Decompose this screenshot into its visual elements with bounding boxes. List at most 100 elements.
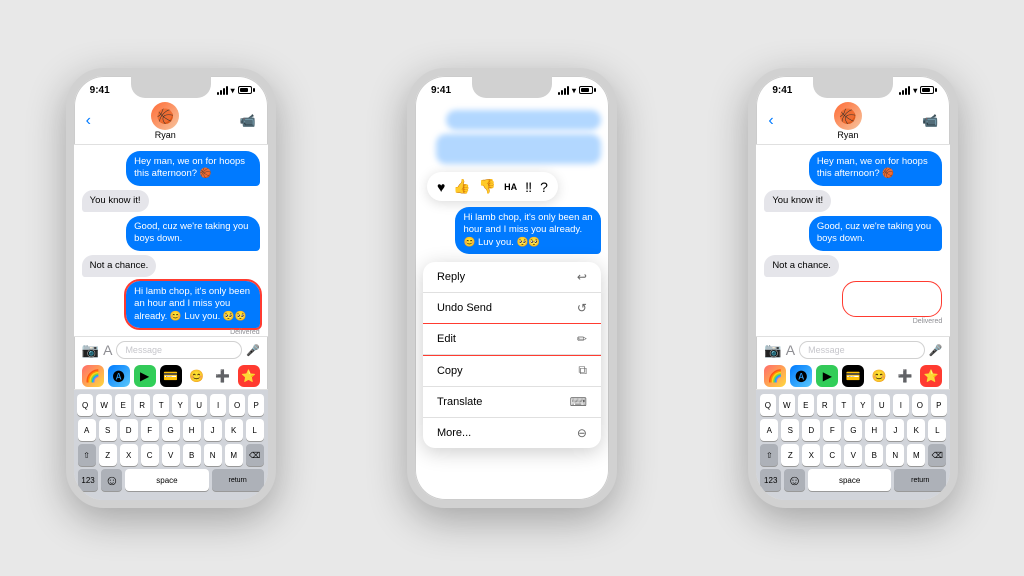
- app-icon-more[interactable]: ➕: [212, 365, 234, 387]
- app-icon-appstore[interactable]: 🅐: [108, 365, 130, 387]
- r-app-icon-photos[interactable]: 🌈: [764, 365, 786, 387]
- key-return[interactable]: return: [212, 469, 264, 491]
- r-key-v[interactable]: V: [844, 444, 862, 466]
- r-app-icon-memoji[interactable]: 😊: [868, 365, 890, 387]
- key-q[interactable]: Q: [77, 394, 93, 416]
- reaction-ha[interactable]: HA: [504, 182, 517, 192]
- app-icon-memoji[interactable]: 😊: [186, 365, 208, 387]
- reaction-heart[interactable]: ♥: [437, 179, 445, 195]
- key-j[interactable]: J: [204, 419, 222, 441]
- reaction-exclaim[interactable]: ‼: [525, 179, 532, 195]
- key-emoji[interactable]: ☺: [101, 469, 122, 491]
- r-key-delete[interactable]: ⌫: [928, 444, 946, 466]
- r-sent-bubble-1[interactable]: Hey man, we on for hoops this afternoon?…: [809, 151, 943, 186]
- key-f[interactable]: F: [141, 419, 159, 441]
- app-icon-cash[interactable]: 💳: [160, 365, 182, 387]
- mic-icon-left[interactable]: 🎤: [246, 344, 260, 357]
- r-key-j[interactable]: J: [886, 419, 904, 441]
- text-icon-right[interactable]: A: [786, 342, 795, 358]
- r-recv-bubble-1[interactable]: You know it!: [764, 190, 831, 212]
- r-key-r[interactable]: R: [817, 394, 833, 416]
- video-button-left[interactable]: 📹: [239, 113, 255, 129]
- recv-bubble-1[interactable]: You know it!: [82, 190, 149, 212]
- r-key-k[interactable]: K: [907, 419, 925, 441]
- app-icon-stickers[interactable]: ⭐: [238, 365, 260, 387]
- key-n[interactable]: N: [204, 444, 222, 466]
- key-shift[interactable]: ⇧: [78, 444, 96, 466]
- key-w[interactable]: W: [96, 394, 112, 416]
- r-key-o[interactable]: O: [912, 394, 928, 416]
- app-icon-music[interactable]: ▶: [134, 365, 156, 387]
- r-key-s[interactable]: S: [781, 419, 799, 441]
- key-l[interactable]: L: [246, 419, 264, 441]
- key-h[interactable]: H: [183, 419, 201, 441]
- r-key-x[interactable]: X: [802, 444, 820, 466]
- r-key-i[interactable]: I: [893, 394, 909, 416]
- r-recv-bubble-2[interactable]: Not a chance.: [764, 255, 839, 277]
- sent-bubble-3[interactable]: Hi lamb chop, it's only been an hour and…: [126, 281, 260, 328]
- reaction-question[interactable]: ?: [540, 179, 548, 195]
- sent-bubble-2[interactable]: Good, cuz we're taking you boys down.: [126, 216, 260, 251]
- r-app-icon-music[interactable]: ▶: [816, 365, 838, 387]
- back-button-left[interactable]: ‹: [86, 112, 91, 130]
- key-p[interactable]: P: [248, 394, 264, 416]
- r-key-f[interactable]: F: [823, 419, 841, 441]
- r-key-space[interactable]: space: [808, 469, 891, 491]
- recv-bubble-2[interactable]: Not a chance.: [82, 255, 157, 277]
- highlighted-bubble-middle[interactable]: Hi lamb chop, it's only been an hour and…: [455, 207, 601, 254]
- r-key-h[interactable]: H: [865, 419, 883, 441]
- r-app-icon-stickers[interactable]: ⭐: [920, 365, 942, 387]
- key-u[interactable]: U: [191, 394, 207, 416]
- key-s[interactable]: S: [99, 419, 117, 441]
- key-delete[interactable]: ⌫: [246, 444, 264, 466]
- r-key-n[interactable]: N: [886, 444, 904, 466]
- r-key-a[interactable]: A: [760, 419, 778, 441]
- r-key-emoji[interactable]: ☺: [784, 469, 805, 491]
- video-button-right[interactable]: 📹: [922, 113, 938, 129]
- key-r[interactable]: R: [134, 394, 150, 416]
- r-key-e[interactable]: E: [798, 394, 814, 416]
- context-reply[interactable]: Reply ↩: [423, 262, 601, 293]
- key-a[interactable]: A: [78, 419, 96, 441]
- key-k[interactable]: K: [225, 419, 243, 441]
- message-input-left[interactable]: Message: [116, 341, 242, 359]
- key-i[interactable]: I: [210, 394, 226, 416]
- camera-icon-left[interactable]: 📷: [82, 342, 99, 359]
- r-key-g[interactable]: G: [844, 419, 862, 441]
- context-undo[interactable]: Undo Send ↺: [423, 293, 601, 324]
- key-c[interactable]: C: [141, 444, 159, 466]
- reaction-thumbsup[interactable]: 👍: [453, 178, 470, 195]
- r-sent-bubble-2[interactable]: Good, cuz we're taking you boys down.: [809, 216, 943, 251]
- context-translate[interactable]: Translate ⌨: [423, 387, 601, 418]
- key-x[interactable]: X: [120, 444, 138, 466]
- r-key-p[interactable]: P: [931, 394, 947, 416]
- app-icon-photos[interactable]: 🌈: [82, 365, 104, 387]
- r-key-d[interactable]: D: [802, 419, 820, 441]
- context-edit[interactable]: Edit ✏: [423, 324, 601, 355]
- key-g[interactable]: G: [162, 419, 180, 441]
- r-key-z[interactable]: Z: [781, 444, 799, 466]
- message-input-right[interactable]: Message: [799, 341, 925, 359]
- r-key-return[interactable]: return: [894, 469, 946, 491]
- sent-bubble-1[interactable]: Hey man, we on for hoops this afternoon?…: [126, 151, 260, 186]
- context-copy[interactable]: Copy ⧉: [423, 355, 601, 387]
- r-key-b[interactable]: B: [865, 444, 883, 466]
- text-icon-left[interactable]: A: [103, 342, 112, 358]
- key-m[interactable]: M: [225, 444, 243, 466]
- r-key-shift[interactable]: ⇧: [760, 444, 778, 466]
- r-empty-bubble[interactable]: [842, 281, 942, 317]
- key-d[interactable]: D: [120, 419, 138, 441]
- back-button-right[interactable]: ‹: [768, 112, 773, 130]
- mic-icon-right[interactable]: 🎤: [929, 344, 943, 357]
- key-z[interactable]: Z: [99, 444, 117, 466]
- key-v[interactable]: V: [162, 444, 180, 466]
- reaction-thumbsdown[interactable]: 👎: [479, 178, 496, 195]
- r-app-icon-more[interactable]: ➕: [894, 365, 916, 387]
- r-app-icon-cash[interactable]: 💳: [842, 365, 864, 387]
- key-123[interactable]: 123: [78, 469, 99, 491]
- r-app-icon-appstore[interactable]: 🅐: [790, 365, 812, 387]
- context-more[interactable]: More... ⊖: [423, 418, 601, 448]
- r-key-y[interactable]: Y: [855, 394, 871, 416]
- r-key-m[interactable]: M: [907, 444, 925, 466]
- r-key-u[interactable]: U: [874, 394, 890, 416]
